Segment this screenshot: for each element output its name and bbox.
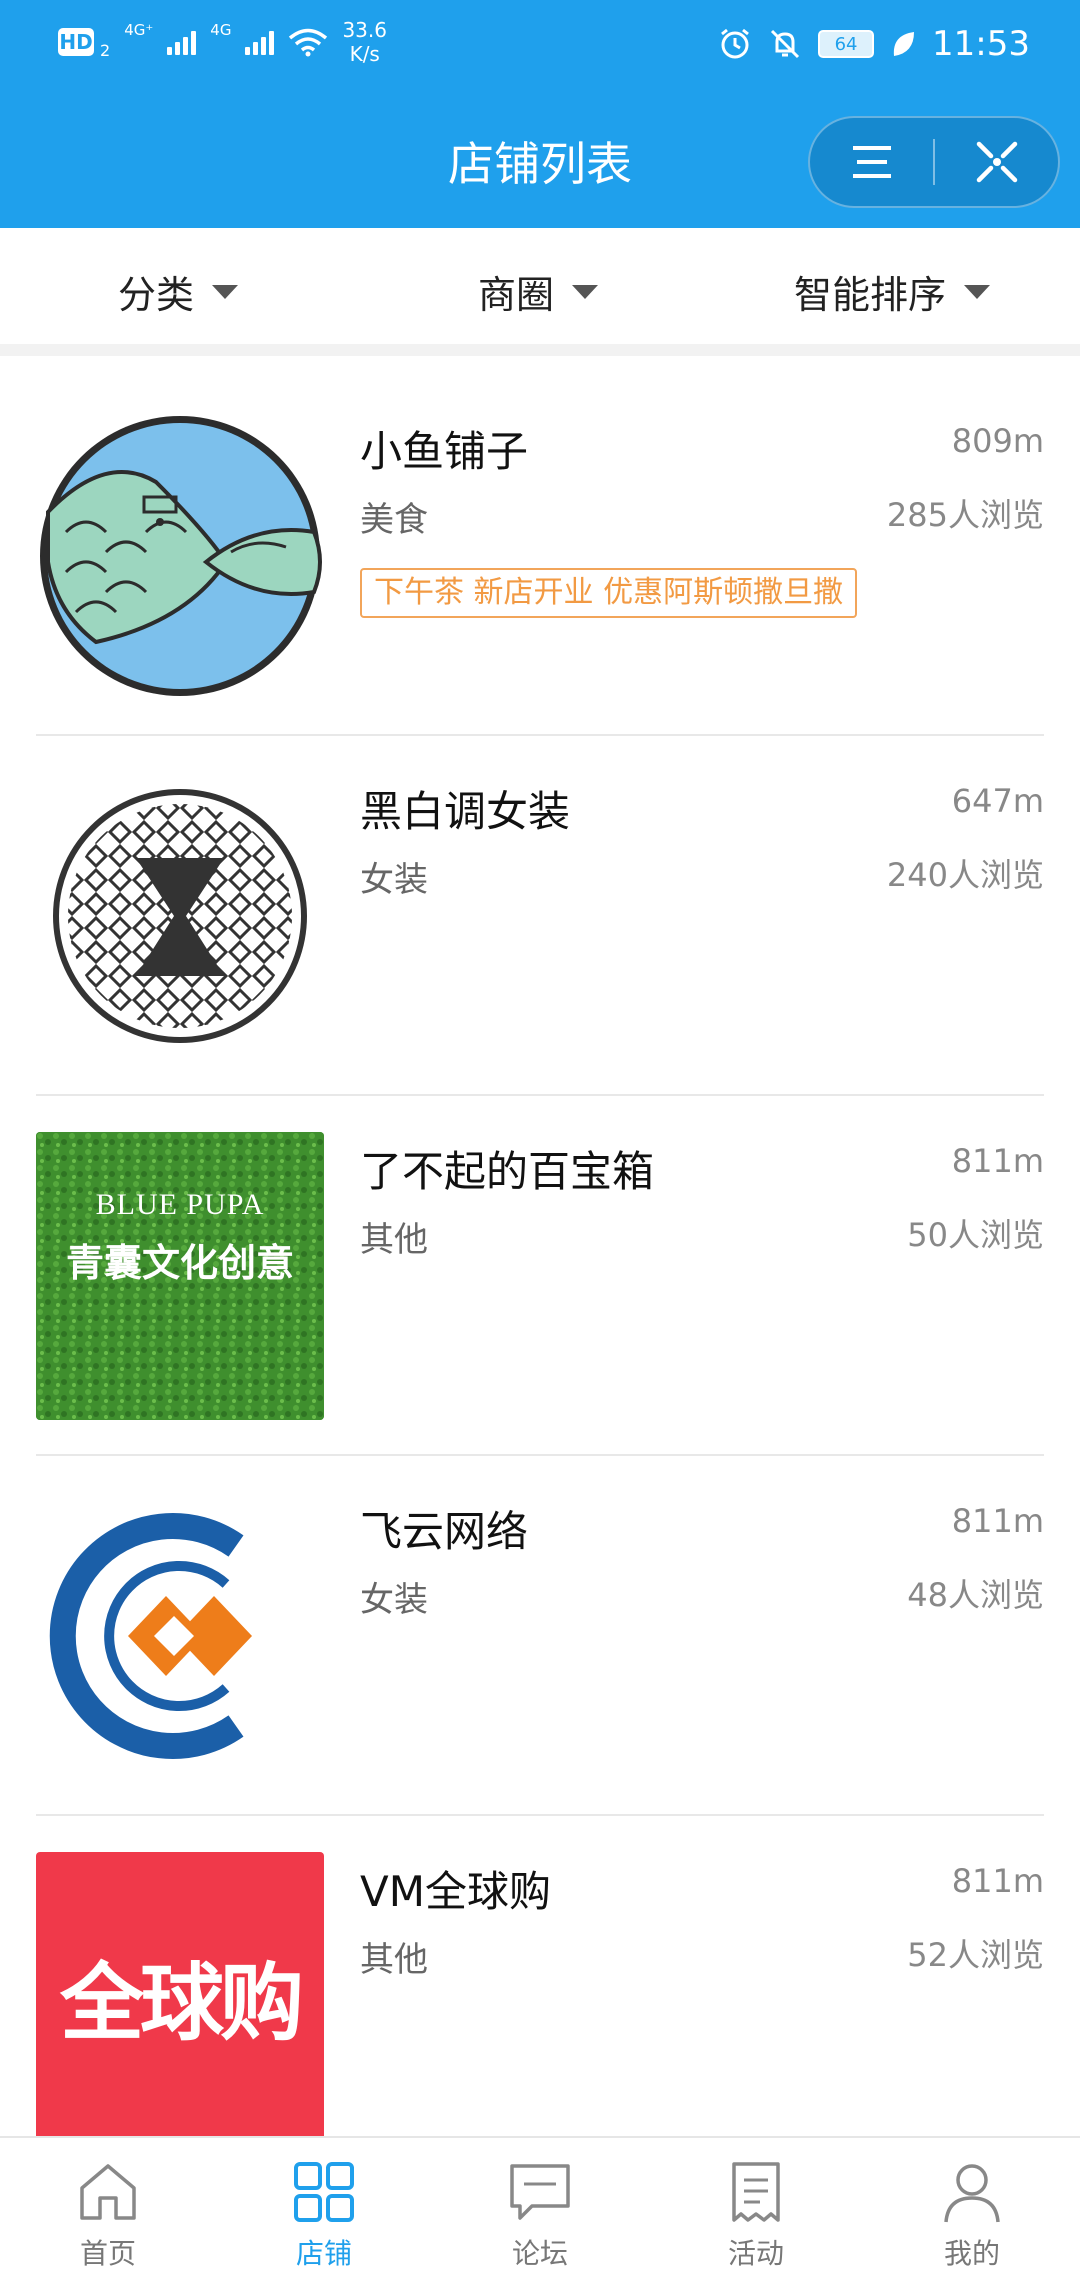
shop-item[interactable]: 全球购 VM全球购 811m 其他 52人浏览: [0, 1816, 1080, 2176]
tab-label: 我的: [943, 2237, 1000, 2270]
hd-badge: HD: [58, 28, 94, 56]
tab-label: 首页: [79, 2237, 136, 2270]
more-menu-button[interactable]: [810, 118, 933, 206]
tab-shops[interactable]: 店铺: [254, 2160, 394, 2280]
shop-category: 女装: [360, 860, 428, 900]
shop-logo: [36, 412, 324, 700]
shop-name: VM全球购: [360, 1867, 551, 1916]
alarm-icon: [721, 28, 749, 59]
pattern-logo-icon: [53, 789, 307, 1043]
logo-text-en: BLUE PUPA: [95, 1188, 265, 1221]
shop-views: 240人浏览: [886, 856, 1044, 894]
tab-label: 店铺: [295, 2237, 352, 2270]
mute-icon: [770, 29, 800, 59]
tab-forum[interactable]: 论坛: [470, 2160, 610, 2280]
caret-down-icon: [964, 284, 991, 299]
status-right: 64 11:53: [718, 24, 1030, 64]
grid-icon: [294, 2162, 354, 2222]
close-miniprogram-button[interactable]: [935, 118, 1058, 206]
shop-category: 其他: [360, 1940, 428, 1980]
tab-profile[interactable]: 我的: [902, 2160, 1042, 2280]
cloud-logo-icon: [49, 1513, 252, 1759]
shop-logo: [36, 772, 324, 1060]
filter-district[interactable]: 商圈: [478, 264, 599, 319]
shop-item[interactable]: 小鱼铺子 809m 美食 285人浏览 下午茶 新店开业 优惠阿斯顿撒旦撒: [0, 376, 1080, 736]
shop-views: 48人浏览: [907, 1576, 1044, 1614]
network-type-1: 4G⁺: [124, 21, 154, 39]
shop-distance: 647m: [951, 782, 1044, 820]
shop-category: 女装: [360, 1580, 428, 1620]
top-bar: HD 2 4G⁺ 4G 33.6 K/s 64 11:53 店铺列表: [0, 0, 1080, 228]
menu-icon: [852, 146, 891, 178]
shop-name: 了不起的百宝箱: [360, 1147, 655, 1196]
shop-category: 美食: [360, 500, 428, 540]
tab-home[interactable]: 首页: [38, 2160, 178, 2280]
hd-sub: 2: [100, 40, 111, 60]
caret-down-icon: [572, 284, 599, 299]
shop-distance: 811m: [951, 1502, 1044, 1540]
tab-label: 论坛: [511, 2237, 568, 2270]
filter-label: 分类: [118, 273, 195, 317]
tab-label: 活动: [727, 2237, 784, 2270]
shop-logo: BLUE PUPA 青囊文化创意: [36, 1132, 324, 1420]
status-bar: HD 2 4G⁺ 4G 33.6 K/s 64 11:53: [0, 0, 1080, 96]
logo-text-cn: 青囊文化创意: [65, 1241, 294, 1285]
shop-item[interactable]: 黑白调女装 647m 女装 240人浏览: [0, 736, 1080, 1096]
shop-item[interactable]: BLUE PUPA 青囊文化创意 了不起的百宝箱 811m 其他 50人浏览: [0, 1096, 1080, 1456]
battery-icon: 64: [818, 30, 875, 58]
caret-down-icon: [212, 284, 239, 299]
network-type-2: 4G: [210, 21, 232, 39]
filter-category[interactable]: 分类: [118, 264, 239, 319]
shop-distance: 811m: [951, 1142, 1044, 1180]
bottom-tab-bar: 首页 店铺 论坛 活动 我的: [0, 2136, 1080, 2280]
status-left: HD 2 4G⁺ 4G 33.6 K/s: [58, 18, 387, 66]
shop-distance: 811m: [951, 1862, 1044, 1900]
tab-activity[interactable]: 活动: [686, 2160, 826, 2280]
filter-sort[interactable]: 智能排序: [794, 264, 991, 319]
shop-views: 285人浏览: [886, 496, 1044, 534]
clock-time: 11:53: [932, 24, 1030, 64]
shop-views: 50人浏览: [907, 1216, 1044, 1254]
filter-label: 智能排序: [794, 273, 947, 317]
logo-text: 全球购: [59, 1953, 304, 2052]
shop-views: 52人浏览: [907, 1936, 1044, 1974]
home-icon: [80, 2164, 136, 2220]
shop-category: 其他: [360, 1220, 428, 1260]
receipt-icon: [732, 2162, 780, 2222]
shop-logo: 全球购: [36, 1852, 324, 2140]
shop-tag: 下午茶 新店开业 优惠阿斯顿撒旦撒: [360, 568, 858, 618]
fish-logo-icon: [40, 416, 322, 696]
mini-program-capsule: [808, 116, 1060, 208]
filter-label: 商圈: [478, 273, 555, 317]
chat-icon: [510, 2164, 570, 2220]
target-close-icon: [976, 141, 1017, 183]
shop-item[interactable]: 飞云网络 811m 女装 48人浏览: [0, 1456, 1080, 1816]
shop-name: 小鱼铺子: [360, 427, 529, 476]
user-icon: [944, 2164, 1000, 2223]
shop-logo: [36, 1492, 324, 1780]
wifi-icon: [289, 28, 328, 57]
shop-name: 黑白调女装: [360, 787, 571, 836]
signal-icon-2: [245, 29, 275, 55]
leaf-icon: [893, 32, 915, 56]
filter-bar: 分类 商圈 智能排序: [0, 228, 1080, 356]
shop-distance: 809m: [951, 422, 1044, 460]
signal-icon: [167, 29, 197, 55]
network-speed: 33.6 K/s: [342, 18, 387, 66]
shop-name: 飞云网络: [360, 1507, 529, 1556]
